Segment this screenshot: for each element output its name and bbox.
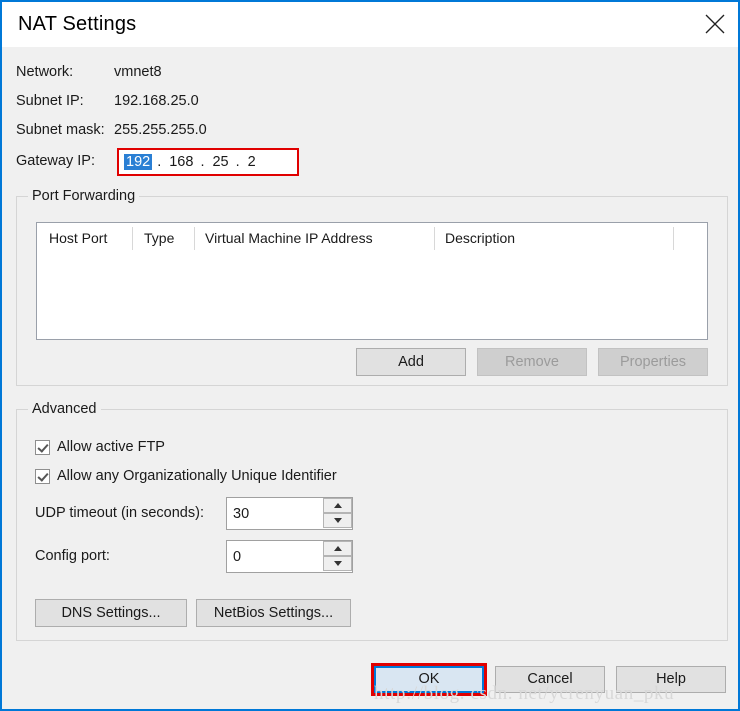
udp-timeout-spin-buttons[interactable] <box>323 498 352 529</box>
udp-timeout-stepper[interactable]: 30 <box>226 497 353 530</box>
dns-settings-button[interactable]: DNS Settings... <box>35 599 187 627</box>
remove-button: Remove <box>477 348 587 376</box>
udp-timeout-input[interactable]: 30 <box>227 498 324 529</box>
add-button[interactable]: Add <box>356 348 466 376</box>
column-separator[interactable] <box>194 227 195 250</box>
column-header-description[interactable]: Description <box>445 230 515 246</box>
netbios-settings-button[interactable]: NetBios Settings... <box>196 599 351 627</box>
config-port-label: Config port: <box>35 548 110 564</box>
config-port-stepper[interactable]: 0 <box>226 540 353 573</box>
properties-button: Properties <box>598 348 708 376</box>
allow-any-oui-label: Allow any Organizationally Unique Identi… <box>57 468 337 484</box>
udp-timeout-label: UDP timeout (in seconds): <box>35 505 204 521</box>
title-bar: NAT Settings <box>2 2 738 47</box>
triangle-down-icon <box>334 518 342 523</box>
port-forwarding-group: Port Forwarding Host Port Type Virtual M… <box>16 188 728 386</box>
port-forwarding-legend: Port Forwarding <box>28 188 140 204</box>
config-port-spin-buttons[interactable] <box>323 541 352 572</box>
cancel-button[interactable]: Cancel <box>495 666 605 693</box>
column-separator[interactable] <box>434 227 435 250</box>
triangle-up-icon <box>334 546 342 551</box>
spinner-down-icon[interactable] <box>323 513 352 528</box>
gateway-ip-annotation-box <box>117 148 299 176</box>
checkbox-icon[interactable] <box>35 468 50 484</box>
column-separator[interactable] <box>673 227 674 250</box>
subnet-mask-label: Subnet mask: <box>16 122 105 138</box>
subnet-ip-value: 192.168.25.0 <box>114 93 199 109</box>
allow-active-ftp-checkbox[interactable]: Allow active FTP <box>35 437 165 457</box>
column-header-type[interactable]: Type <box>144 230 174 246</box>
column-header-vm-ip[interactable]: Virtual Machine IP Address <box>205 230 373 246</box>
config-port-input[interactable]: 0 <box>227 541 324 572</box>
help-button[interactable]: Help <box>616 666 726 693</box>
spinner-down-icon[interactable] <box>323 556 352 571</box>
close-icon[interactable] <box>692 2 738 47</box>
subnet-mask-value: 255.255.255.0 <box>114 122 207 138</box>
allow-active-ftp-label: Allow active FTP <box>57 439 165 455</box>
close-icon-glyph <box>705 14 725 34</box>
allow-any-oui-checkbox[interactable]: Allow any Organizationally Unique Identi… <box>35 466 337 486</box>
triangle-up-icon <box>334 503 342 508</box>
network-label: Network: <box>16 64 74 80</box>
checkbox-icon[interactable] <box>35 439 50 455</box>
subnet-ip-label: Subnet IP: <box>16 93 84 109</box>
spinner-up-icon[interactable] <box>323 541 352 556</box>
ok-button[interactable]: OK <box>374 666 484 693</box>
advanced-legend: Advanced <box>28 401 101 417</box>
network-value: vmnet8 <box>114 64 162 80</box>
page-title: NAT Settings <box>18 13 137 35</box>
port-forwarding-table[interactable]: Host Port Type Virtual Machine IP Addres… <box>36 222 708 340</box>
gateway-ip-label: Gateway IP: <box>16 153 95 169</box>
table-header-row: Host Port Type Virtual Machine IP Addres… <box>37 223 707 253</box>
column-header-host-port[interactable]: Host Port <box>49 230 107 246</box>
triangle-down-icon <box>334 561 342 566</box>
spinner-up-icon[interactable] <box>323 498 352 513</box>
nat-settings-dialog: NAT Settings Network: vmnet8 Subnet IP: … <box>0 0 740 711</box>
column-separator[interactable] <box>132 227 133 250</box>
